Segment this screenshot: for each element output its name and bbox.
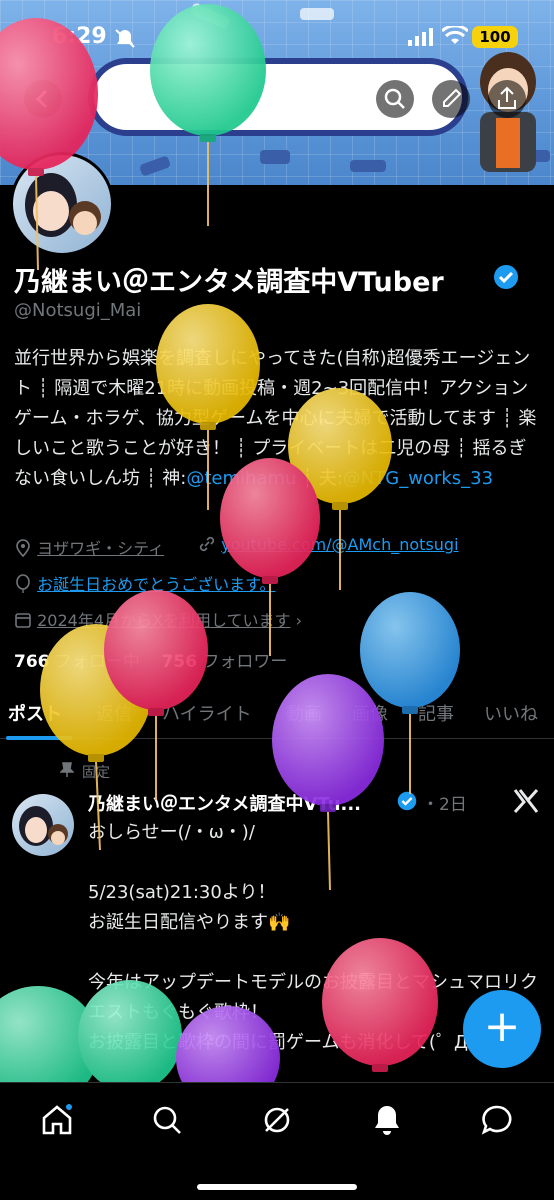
- bio-husband-link[interactable]: @NTG_works_33: [343, 468, 493, 489]
- share-button[interactable]: [488, 80, 526, 118]
- wifi-icon: [442, 26, 468, 44]
- x-logo-icon[interactable]: [512, 788, 540, 814]
- tab-likes[interactable]: いいね: [484, 700, 538, 726]
- bell-icon[interactable]: [370, 1103, 404, 1137]
- following-link[interactable]: 766 フォロー中: [14, 652, 140, 672]
- follow-counts: 766 フォロー中 756 フォロワー: [14, 647, 287, 672]
- active-tab-indicator: [6, 736, 72, 740]
- signal-icon: [408, 28, 433, 46]
- search-icon[interactable]: [150, 1103, 184, 1137]
- grok-icon[interactable]: [260, 1103, 294, 1137]
- chevron-right-icon: ›: [295, 611, 302, 630]
- profile-avatar[interactable]: [10, 152, 114, 256]
- followers-count: 756: [161, 652, 198, 672]
- location-text: ヨザワギ・シティ: [37, 539, 165, 558]
- verified-badge-icon[interactable]: [493, 264, 519, 290]
- compose-button[interactable]: +: [463, 990, 541, 1068]
- followers-label: フォロワー: [202, 652, 288, 672]
- edit-button[interactable]: [432, 80, 470, 118]
- birthday-row[interactable]: お誕生日おめでとうございます。: [14, 571, 276, 595]
- website-row[interactable]: youtube.com/@AMch_notsugi: [198, 535, 459, 554]
- location-row: ヨザワギ・シティ: [14, 535, 164, 559]
- post-time: ・2日: [422, 795, 467, 815]
- location-icon: [16, 539, 30, 558]
- search-icon: [384, 88, 405, 109]
- avatar-illustration: [25, 173, 101, 237]
- birthday-text[interactable]: お誕生日おめでとうございます。: [37, 575, 275, 594]
- back-button[interactable]: [24, 80, 62, 118]
- profile-handle: @Notsugi_Mai: [14, 300, 142, 321]
- post-verified-icon: [397, 791, 417, 811]
- silent-icon: [115, 29, 135, 48]
- bio-separator: ┊ 夫:: [296, 468, 343, 489]
- tab-posts[interactable]: ポスト: [8, 700, 62, 726]
- tab-images[interactable]: 画像: [352, 700, 388, 726]
- post-author[interactable]: 乃継まい＠エンタメ調査中VTu...: [88, 790, 361, 816]
- profile-bio: 並行世界から娯楽を調査しにやってきた(自称)超優秀エージェント ┊ 隔週で木曜2…: [14, 344, 540, 494]
- pinned-label: 固定: [82, 765, 110, 781]
- link-icon: [199, 536, 215, 552]
- balloon-icon: [16, 574, 30, 593]
- following-label: フォロー中: [54, 652, 140, 672]
- followers-link[interactable]: 756 フォロワー: [162, 652, 288, 672]
- tab-replies[interactable]: 返信: [96, 700, 132, 726]
- status-time: 6:29: [52, 24, 107, 49]
- search-button[interactable]: [376, 80, 414, 118]
- edit-icon: [443, 88, 462, 107]
- website-link[interactable]: youtube.com/@AMch_notsugi: [221, 535, 458, 554]
- back-icon: [35, 89, 48, 109]
- joined-text: 2024年4月からXを利用しています: [37, 611, 291, 630]
- post-avatar[interactable]: [12, 794, 74, 856]
- tab-articles[interactable]: 記事: [418, 700, 454, 726]
- home-icon[interactable]: [40, 1103, 74, 1137]
- calendar-icon: [15, 613, 31, 628]
- tab-highlights[interactable]: ハイライト: [162, 700, 252, 726]
- pin-icon: [60, 762, 74, 777]
- post-avatar-illustration: [19, 806, 68, 846]
- joined-row[interactable]: 2024年4月からXを利用しています ›: [14, 607, 302, 631]
- bio-god-link[interactable]: @temihamu: [186, 468, 296, 489]
- share-icon: [498, 86, 516, 109]
- profile-tabs: ポスト 返信 ハイライト 動画 画像 記事 いいね: [0, 690, 554, 739]
- following-count: 766: [14, 652, 50, 672]
- tab-videos[interactable]: 動画: [286, 700, 322, 726]
- bottom-navigation: [0, 1082, 554, 1200]
- home-indicator: [197, 1184, 357, 1190]
- chat-icon[interactable]: [480, 1103, 514, 1137]
- bio-god-label: 神:: [162, 468, 187, 489]
- battery-indicator: 100: [472, 26, 518, 48]
- profile-name: 乃継まい＠エンタメ調査中VTuber: [14, 267, 444, 298]
